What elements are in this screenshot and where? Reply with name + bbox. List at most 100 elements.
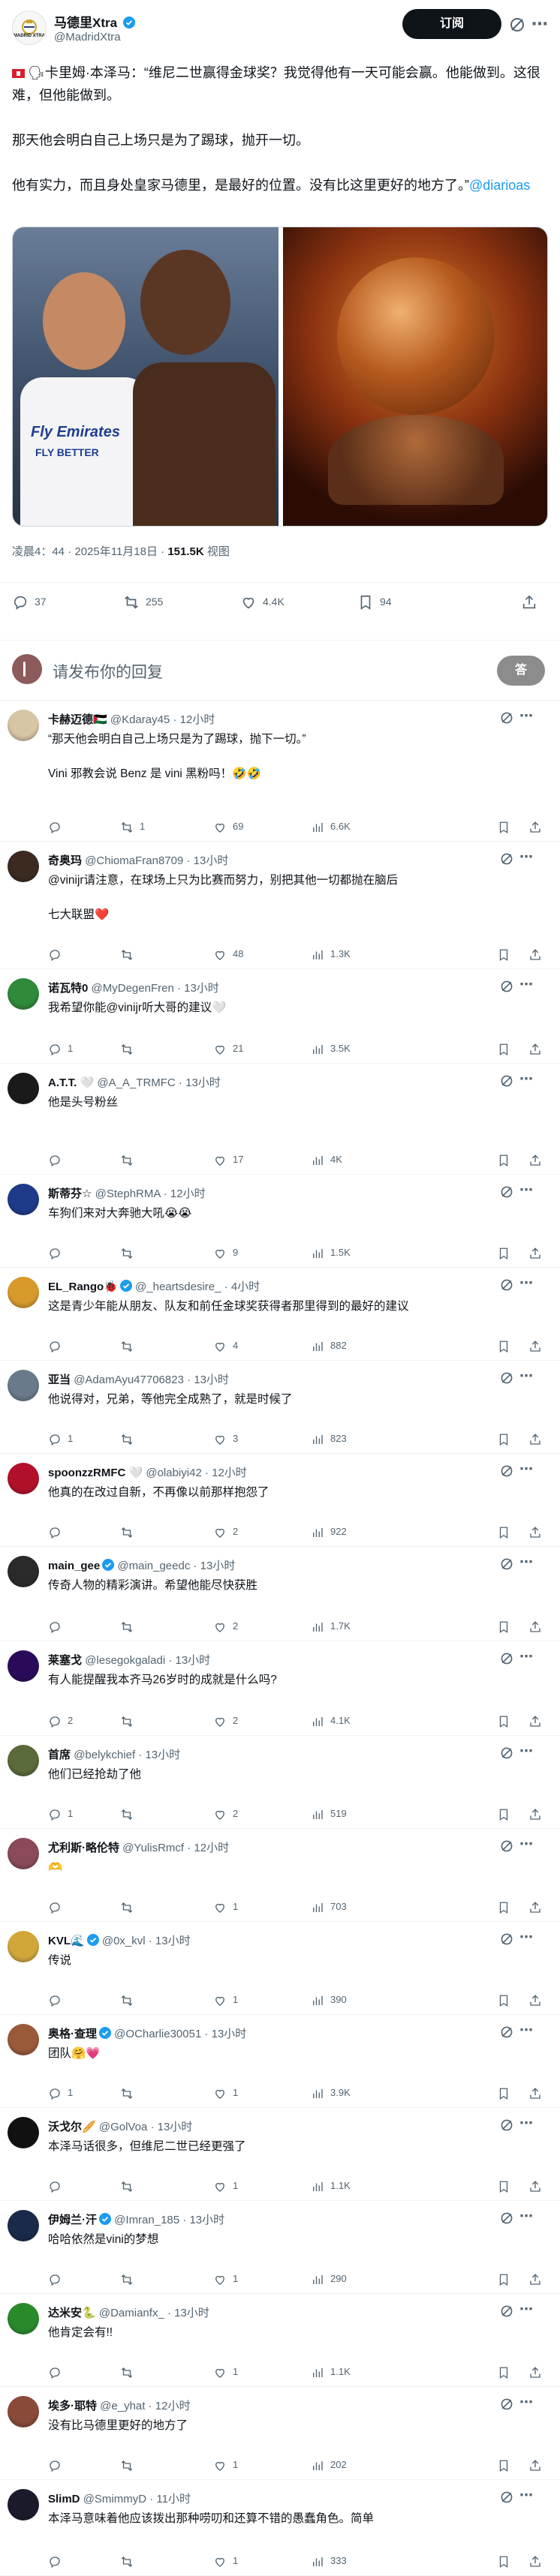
bookmark-button[interactable] <box>497 1713 510 1729</box>
grok-icon[interactable] <box>500 2490 513 2504</box>
repost-button[interactable] <box>120 946 134 962</box>
repost-button[interactable] <box>120 2085 134 2101</box>
reply-handle-time[interactable]: 🤍 @A_A_TRMFC · 13小时 <box>80 1076 221 1089</box>
views-button[interactable]: 4K <box>311 1151 342 1168</box>
grok-icon[interactable] <box>500 1746 513 1760</box>
reply-handle-time[interactable]: @MyDegenFren · 13小时 <box>92 982 219 995</box>
like-button[interactable]: 1 <box>213 2085 238 2101</box>
grok-icon[interactable] <box>509 17 525 33</box>
reply-button[interactable] <box>48 2364 62 2380</box>
reply-handle-time[interactable]: @AdamAyu47706823 · 13小时 <box>74 1374 229 1386</box>
post-timestamp[interactable]: 凌晨4：44 · 2025年11月18日 · <box>12 545 167 558</box>
reply-item[interactable]: 奥格·查理 @OCharlie30051 · 13小时 ⋯ 团队🤗💗 1 1 3.9K <box>0 2015 560 2108</box>
bookmark-button[interactable] <box>497 946 510 962</box>
bookmark-button[interactable]: 94 <box>357 593 392 611</box>
repost-button[interactable]: 255 <box>123 593 163 611</box>
share-button[interactable] <box>528 1992 542 2008</box>
reply-author-name[interactable]: SlimD <box>48 2493 80 2505</box>
reply-item[interactable]: 亚当 @AdamAyu47706823 · 13小时 ⋯ 他说得对，兄弟，等他完全成… <box>0 1361 560 1454</box>
more-options-icon[interactable]: ⋯ <box>519 708 533 724</box>
author-avatar[interactable]: MADRID XTRA <box>12 11 47 45</box>
bookmark-button[interactable] <box>497 2553 510 2569</box>
grok-icon[interactable] <box>500 1278 513 1292</box>
reply-item[interactable]: 沃戈尔🥖 @GolVoa · 13小时 ⋯ 本泽马话很多，但维尼二世已经更强了 1 1.… <box>0 2108 560 2201</box>
reply-handle-time[interactable]: @_heartsdesire_ · 4小时 <box>135 1280 260 1293</box>
reply-avatar[interactable] <box>8 1745 39 1776</box>
views-button[interactable]: 1.1K <box>311 2178 351 2194</box>
photo-ballon-dor-trophy[interactable] <box>283 227 547 526</box>
repost-button[interactable] <box>120 1040 134 1057</box>
reply-handle-time[interactable]: @Kdaray45 · 12小时 <box>110 713 215 726</box>
views-button[interactable]: 390 <box>311 1992 347 2008</box>
reply-handle-time[interactable]: @GolVoa · 13小时 <box>99 2121 192 2133</box>
repost-button[interactable] <box>120 1713 134 1729</box>
reply-avatar[interactable] <box>8 1838 39 1869</box>
reply-item[interactable]: 首席 @belykchief · 13小时 ⋯ 他们已经抢劫了他 1 2 519 <box>0 1736 560 1829</box>
grok-icon[interactable] <box>500 1464 513 1478</box>
more-options-icon[interactable]: ⋯ <box>519 1368 533 1384</box>
more-options-icon[interactable]: ⋯ <box>519 1836 533 1852</box>
reply-avatar[interactable] <box>8 2210 39 2241</box>
reply-button[interactable]: 1 <box>48 2085 73 2101</box>
like-button[interactable]: 21 <box>213 1040 243 1057</box>
grok-icon[interactable] <box>500 711 513 725</box>
reply-author-name[interactable]: 亚当 <box>48 1374 71 1386</box>
post-media[interactable]: Fly Emirates FLY BETTER <box>12 227 548 527</box>
reply-item[interactable]: main_gee @main_geedc · 13小时 ⋯ 传奇人物的精彩演讲。希望… <box>0 1547 560 1641</box>
reply-avatar[interactable] <box>8 1931 39 1962</box>
reply-item[interactable]: 达米安🐍 @Damianfx_ · 13小时 ⋯ 他肯定会有!! 1 1.1K <box>0 2294 560 2387</box>
views-button[interactable]: 519 <box>311 1806 347 1822</box>
repost-button[interactable] <box>120 1151 134 1168</box>
more-options-icon[interactable]: ⋯ <box>519 1743 533 1759</box>
bookmark-button[interactable] <box>497 2364 510 2380</box>
bookmark-button[interactable] <box>497 1899 510 1915</box>
bookmark-button[interactable] <box>497 2457 510 2473</box>
share-button[interactable] <box>528 1151 542 1168</box>
reply-author-name[interactable]: 埃多·耶特 <box>48 2400 97 2412</box>
reply-button[interactable] <box>48 2553 62 2569</box>
repost-button[interactable] <box>120 1431 134 1447</box>
reply-handle-time[interactable]: @lesegokgaladi · 13小时 <box>85 1654 210 1667</box>
repost-button[interactable] <box>120 2364 134 2380</box>
mention-link[interactable]: @diarioas <box>469 178 530 193</box>
views-button[interactable]: 922 <box>311 1524 347 1540</box>
reply-button[interactable] <box>48 1992 62 2008</box>
like-button[interactable]: 1 <box>213 2271 238 2287</box>
reply-submit-button[interactable]: 答 <box>497 656 545 686</box>
reply-button[interactable] <box>48 1618 62 1635</box>
reply-avatar[interactable] <box>8 2303 39 2334</box>
reply-author-name[interactable]: main_gee <box>48 1560 100 1572</box>
bookmark-button[interactable] <box>497 1244 510 1261</box>
views-button[interactable]: 703 <box>311 1899 347 1915</box>
grok-icon[interactable] <box>500 2397 513 2411</box>
reply-item[interactable]: 卡赫迈德🇵🇸 @Kdaray45 · 12小时 ⋯ “那天他会明白自己上场只是为了踢… <box>0 701 560 842</box>
reply-item[interactable]: spoonzzRMFC 🤍 @olabiyi42 · 12小时 ⋯ 他真的在改过自新… <box>0 1454 560 1547</box>
reply-item[interactable]: KVL🌊 @0x_kvl · 13小时 ⋯ 传说 1 390 <box>0 1922 560 2015</box>
reply-button[interactable] <box>48 2457 62 2473</box>
reply-item[interactable]: 尤利斯·略伦特 @YulisRmcf · 12小时 ⋯ 🫶 1 703 <box>0 1829 560 1922</box>
bookmark-button[interactable] <box>497 1151 510 1168</box>
repost-button[interactable] <box>120 1806 134 1822</box>
like-button[interactable]: 9 <box>213 1244 238 1261</box>
reply-button[interactable] <box>48 818 62 835</box>
reply-item[interactable]: 莱塞戈 @lesegokgaladi · 13小时 ⋯ 有人能提醒我本齐马26岁时的… <box>0 1641 560 1736</box>
share-button[interactable] <box>528 2178 542 2194</box>
more-options-icon[interactable]: ⋯ <box>519 977 533 992</box>
share-button[interactable] <box>528 1431 542 1447</box>
grok-icon[interactable] <box>500 1839 513 1853</box>
share-button[interactable] <box>528 1338 542 1354</box>
reply-button[interactable] <box>48 1244 62 1261</box>
bookmark-button[interactable] <box>497 2085 510 2101</box>
like-button[interactable]: 1 <box>213 1992 238 2008</box>
user-avatar[interactable] <box>12 654 42 684</box>
reply-avatar[interactable] <box>8 851 39 882</box>
reply-avatar[interactable] <box>8 2489 39 2520</box>
more-options-icon[interactable]: ⋯ <box>519 1071 533 1087</box>
reply-handle-time[interactable]: @e_yhat · 12小时 <box>100 2400 190 2412</box>
reply-button[interactable] <box>48 1151 62 1168</box>
reply-author-name[interactable]: 卡赫迈德🇵🇸 <box>48 713 107 726</box>
like-button[interactable]: 2 <box>213 1618 238 1635</box>
share-button[interactable] <box>528 818 542 835</box>
reply-handle-time[interactable]: @belykchief · 13小时 <box>74 1749 180 1761</box>
views-button[interactable]: 1.5K <box>311 1244 351 1261</box>
